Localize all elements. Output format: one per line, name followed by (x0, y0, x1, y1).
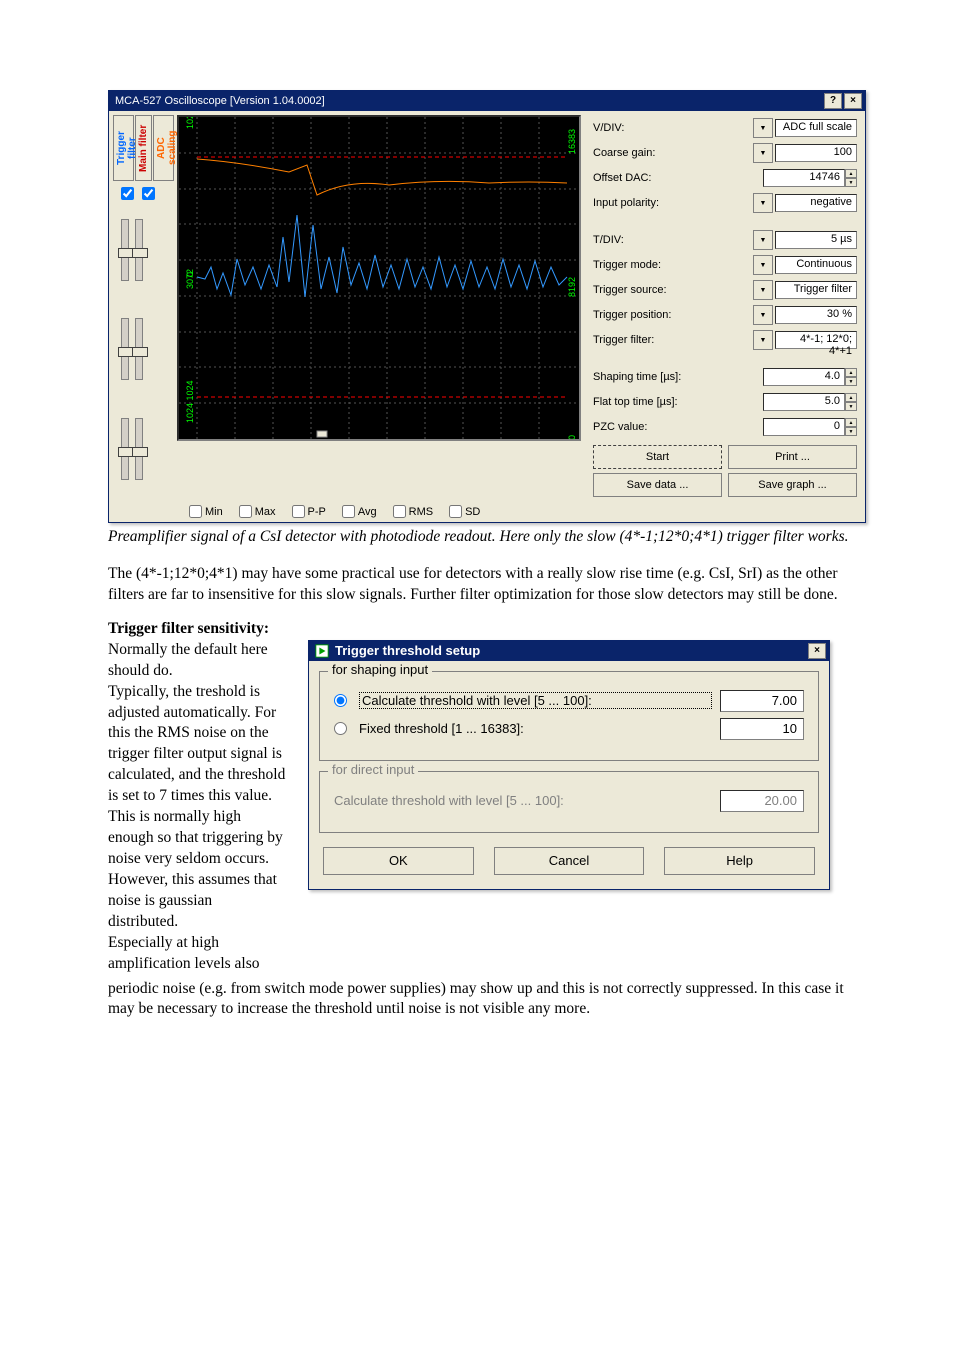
tdiv-label: T/DIV: (593, 234, 753, 246)
trigger-source-value[interactable]: Trigger filter (775, 281, 857, 299)
oscilloscope-window: MCA-527 Oscilloscope [Version 1.04.0002]… (108, 90, 866, 523)
slider-2b[interactable] (135, 318, 143, 380)
opt-calc-threshold-label: Calculate threshold with level [5 ... 10… (359, 692, 712, 709)
dialog-icon (315, 644, 329, 658)
shaping-input-legend: for shaping input (328, 662, 432, 677)
oscilloscope-controls: V/DIV: ▼ ADC full scale Coarse gain: ▼ 1… (585, 115, 861, 499)
pzc-value[interactable]: 0 (763, 418, 845, 436)
direct-input-legend: for direct input (328, 762, 418, 777)
fixed-threshold-value[interactable]: 10 (720, 718, 804, 740)
direct-calc-value: 20.00 (720, 790, 804, 812)
left-controls: Trigger filter Main filter ADC scaling (113, 115, 173, 499)
svg-text:16383: 16383 (567, 129, 577, 154)
trigger-position-label: Trigger position: (593, 309, 753, 321)
oscilloscope-graph: 1024 7168 0 3072 1024 1024 16383 8192 0 (177, 115, 581, 441)
flat-top-value[interactable]: 5.0 (763, 393, 845, 411)
polarity-dropdown[interactable]: ▼ (753, 193, 773, 213)
svg-text:8192: 8192 (567, 277, 577, 297)
body-para-1: The (4*-1;12*0;4*1) may have some practi… (108, 564, 866, 606)
slider-1b[interactable] (135, 219, 143, 281)
shaping-time-value[interactable]: 4.0 (763, 368, 845, 386)
section-heading: Trigger filter sensitivity: (108, 620, 866, 638)
slider-1a[interactable] (121, 219, 129, 281)
help-icon[interactable]: ? (824, 93, 842, 109)
slider-3b[interactable] (135, 418, 143, 480)
print-button[interactable]: Print ... (728, 445, 857, 469)
trigger-position-dropdown[interactable]: ▼ (753, 305, 773, 325)
pzc-spinner[interactable]: ▲▼ (845, 418, 857, 436)
tdiv-value[interactable]: 5 µs (775, 231, 857, 249)
start-button[interactable]: Start (593, 445, 722, 469)
opt-fixed-threshold-label: Fixed threshold [1 ... 16383]: (359, 721, 712, 736)
coarse-gain-label: Coarse gain: (593, 147, 753, 159)
polarity-label: Input polarity: (593, 197, 753, 209)
trigger-mode-dropdown[interactable]: ▼ (753, 255, 773, 275)
trigger-filter-dropdown[interactable]: ▼ (753, 330, 773, 350)
side-paragraph: Normally the default here should do. Typ… (108, 640, 286, 975)
dialog-title: Trigger threshold setup (335, 643, 480, 658)
flat-top-label: Flat top time [µs]: (593, 396, 763, 408)
trigger-filter-value[interactable]: 4*-1; 12*0; 4*+1 (775, 331, 857, 349)
oscilloscope-titlebar: MCA-527 Oscilloscope [Version 1.04.0002]… (109, 91, 865, 111)
svg-text:1024 1024: 1024 1024 (185, 380, 195, 423)
check-rms[interactable]: RMS (393, 505, 433, 518)
pzc-label: PZC value: (593, 421, 763, 433)
coarse-gain-dropdown[interactable]: ▼ (753, 143, 773, 163)
dialog-close-icon[interactable]: × (808, 643, 826, 659)
slider-3a[interactable] (121, 418, 129, 480)
check-min[interactable]: Min (189, 505, 223, 518)
left-check-2[interactable] (142, 187, 155, 200)
slider-2a[interactable] (121, 318, 129, 380)
check-max[interactable]: Max (239, 505, 276, 518)
svg-text:0: 0 (567, 435, 577, 439)
check-sd[interactable]: SD (449, 505, 480, 518)
shaping-input-group: for shaping input Calculate threshold wi… (319, 671, 819, 761)
left-check-1[interactable] (121, 187, 134, 200)
tab-adc-scaling[interactable]: ADC scaling (153, 115, 174, 181)
ok-button[interactable]: OK (323, 847, 474, 875)
radio-calc-threshold[interactable] (334, 694, 347, 707)
offset-dac-spinner[interactable]: ▲▼ (845, 169, 857, 187)
oscilloscope-footer: Min Max P-P Avg RMS SD (109, 503, 865, 522)
check-pp[interactable]: P-P (292, 505, 326, 518)
direct-input-group: for direct input Calculate threshold wit… (319, 771, 819, 833)
trigger-threshold-dialog: Trigger threshold setup × for shaping in… (308, 640, 830, 890)
tail-paragraph: periodic noise (e.g. from switch mode po… (108, 979, 866, 1021)
offset-dac-value[interactable]: 14746 (763, 169, 845, 187)
offset-dac-label: Offset DAC: (593, 172, 763, 184)
dialog-titlebar: Trigger threshold setup × (309, 641, 829, 661)
save-data-button[interactable]: Save data ... (593, 473, 722, 497)
tab-trigger-filter[interactable]: Trigger filter (113, 115, 134, 181)
close-icon[interactable]: × (844, 93, 862, 109)
tdiv-dropdown[interactable]: ▼ (753, 230, 773, 250)
trigger-source-dropdown[interactable]: ▼ (753, 280, 773, 300)
opt-direct-calc-label: Calculate threshold with level [5 ... 10… (334, 793, 712, 808)
svg-text:3072: 3072 (185, 269, 195, 289)
calc-threshold-value[interactable]: 7.00 (720, 690, 804, 712)
polarity-value[interactable]: negative (775, 194, 857, 212)
cancel-button[interactable]: Cancel (494, 847, 645, 875)
save-graph-button[interactable]: Save graph ... (728, 473, 857, 497)
vdiv-label: V/DIV: (593, 122, 753, 134)
vdiv-dropdown[interactable]: ▼ (753, 118, 773, 138)
figure-caption: Preamplifier signal of a CsI detector wi… (108, 527, 866, 548)
trigger-filter-label: Trigger filter: (593, 334, 753, 346)
shaping-time-spinner[interactable]: ▲▼ (845, 368, 857, 386)
trigger-mode-value[interactable]: Continuous (775, 256, 857, 274)
shaping-time-label: Shaping time [µs]: (593, 371, 763, 383)
vdiv-value[interactable]: ADC full scale (775, 119, 857, 137)
tab-main-filter[interactable]: Main filter (135, 115, 152, 181)
check-avg[interactable]: Avg (342, 505, 377, 518)
coarse-gain-value[interactable]: 100 (775, 144, 857, 162)
oscilloscope-title: MCA-527 Oscilloscope [Version 1.04.0002] (115, 95, 325, 107)
flat-top-spinner[interactable]: ▲▼ (845, 393, 857, 411)
scale-top-label: 1024 7168 (185, 117, 195, 129)
help-button[interactable]: Help (664, 847, 815, 875)
trigger-position-value[interactable]: 30 % (775, 306, 857, 324)
trigger-mode-label: Trigger mode: (593, 259, 753, 271)
trigger-source-label: Trigger source: (593, 284, 753, 296)
radio-fixed-threshold[interactable] (334, 722, 347, 735)
